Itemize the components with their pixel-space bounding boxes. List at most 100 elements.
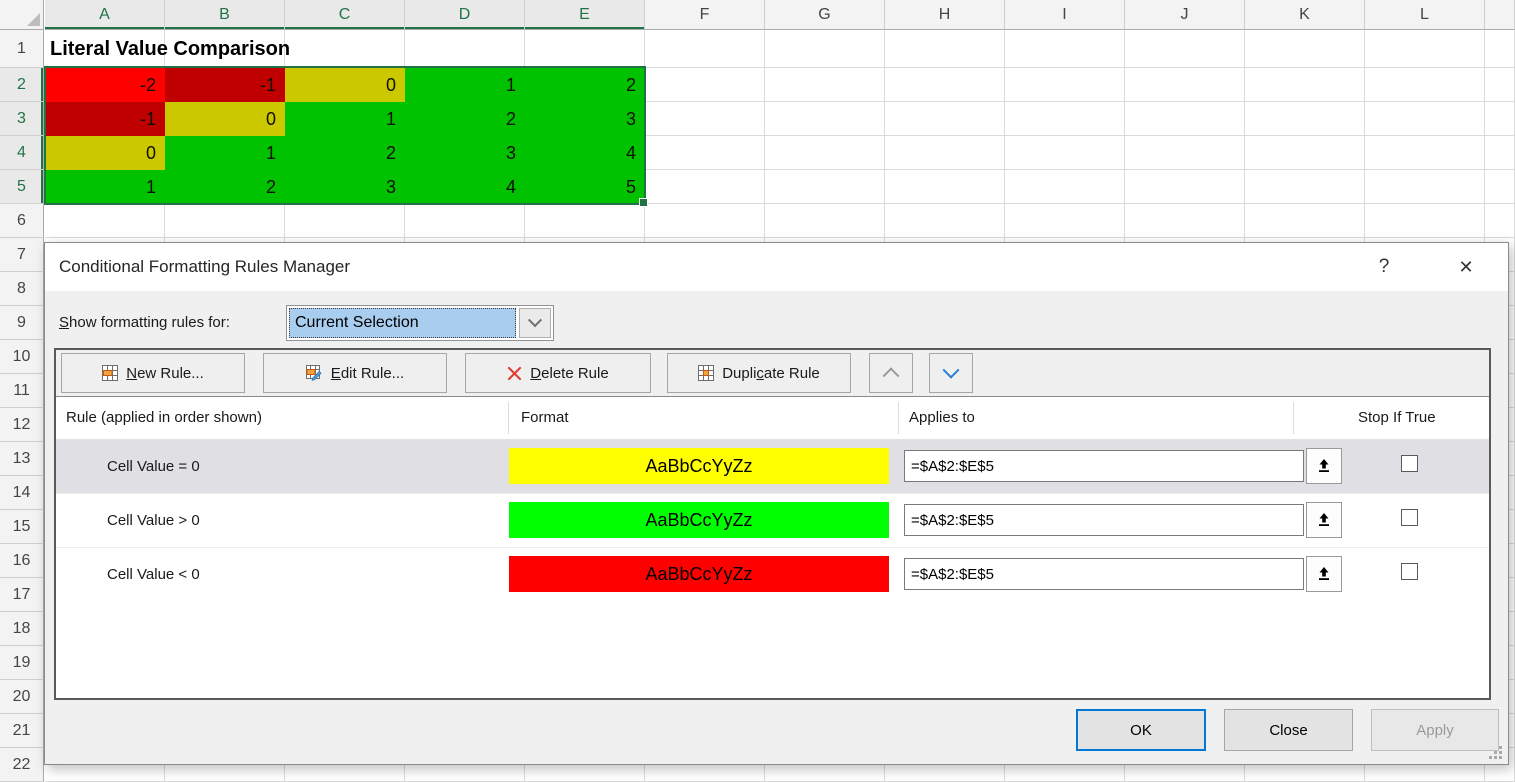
cell[interactable] xyxy=(45,204,165,238)
row-header-16[interactable]: 16 xyxy=(0,544,44,578)
cell[interactable] xyxy=(1125,170,1245,204)
column-header-I[interactable]: I xyxy=(1005,0,1125,30)
cell[interactable] xyxy=(1005,30,1125,68)
cell[interactable] xyxy=(645,68,765,102)
cell[interactable] xyxy=(1005,170,1125,204)
cell-D2[interactable]: 1 xyxy=(405,68,525,102)
resize-grip[interactable] xyxy=(1489,746,1502,759)
cell[interactable] xyxy=(285,30,405,68)
cell[interactable] xyxy=(1245,204,1365,238)
cell[interactable] xyxy=(1365,136,1485,170)
cell[interactable] xyxy=(1365,30,1485,68)
stop-if-true-checkbox[interactable] xyxy=(1401,509,1418,526)
cell[interactable] xyxy=(645,30,765,68)
row-header-12[interactable]: 12 xyxy=(0,408,44,442)
cell-C5[interactable]: 3 xyxy=(285,170,405,204)
stop-if-true-checkbox[interactable] xyxy=(1401,455,1418,472)
cell[interactable] xyxy=(285,204,405,238)
cell[interactable] xyxy=(765,204,885,238)
rule-row-greater-than-zero[interactable]: Cell Value > 0 AaBbCcYyZz xyxy=(56,493,1489,547)
row-header-7[interactable]: 7 xyxy=(0,238,44,272)
cell[interactable] xyxy=(645,170,765,204)
applies-to-input[interactable] xyxy=(904,558,1304,590)
row-header-2[interactable]: 2 xyxy=(0,68,44,102)
dropdown-arrow-button[interactable] xyxy=(519,308,551,338)
row-header-1[interactable]: 1 xyxy=(0,30,44,68)
column-header-J[interactable]: J xyxy=(1125,0,1245,30)
range-picker-button[interactable] xyxy=(1306,556,1342,592)
cell[interactable] xyxy=(645,102,765,136)
cell[interactable] xyxy=(405,204,525,238)
row-header-17[interactable]: 17 xyxy=(0,578,44,612)
cell[interactable] xyxy=(1245,102,1365,136)
cell[interactable] xyxy=(1005,204,1125,238)
row-header-5[interactable]: 5 xyxy=(0,170,44,204)
cell[interactable] xyxy=(1245,170,1365,204)
select-all-corner[interactable] xyxy=(0,0,44,30)
cell-D5[interactable]: 4 xyxy=(405,170,525,204)
row-header-18[interactable]: 18 xyxy=(0,612,44,646)
cell[interactable] xyxy=(765,102,885,136)
column-header-B[interactable]: B xyxy=(165,0,285,30)
cell[interactable] xyxy=(1005,102,1125,136)
cell-A3[interactable]: -1 xyxy=(45,102,165,136)
row-header-20[interactable]: 20 xyxy=(0,680,44,714)
cell-D3[interactable]: 2 xyxy=(405,102,525,136)
column-header-partial[interactable] xyxy=(1485,0,1515,30)
cell[interactable] xyxy=(405,30,525,68)
row-header-4[interactable]: 4 xyxy=(0,136,44,170)
cell-C3[interactable]: 1 xyxy=(285,102,405,136)
cell-E4[interactable]: 4 xyxy=(525,136,645,170)
cell[interactable] xyxy=(765,170,885,204)
column-header-A[interactable]: A xyxy=(45,0,165,30)
cell-A2[interactable]: -2 xyxy=(45,68,165,102)
rule-row-equal-zero[interactable]: Cell Value = 0 AaBbCcYyZz xyxy=(56,440,1489,493)
row-header-15[interactable]: 15 xyxy=(0,510,44,544)
move-rule-down-button[interactable] xyxy=(929,353,973,393)
column-header-E[interactable]: E xyxy=(525,0,645,30)
cell-a1-title[interactable]: Literal Value Comparison xyxy=(50,30,290,68)
row-header-22[interactable]: 22 xyxy=(0,748,44,782)
cell[interactable] xyxy=(1125,102,1245,136)
cell[interactable] xyxy=(1245,30,1365,68)
cell-C2[interactable]: 0 xyxy=(285,68,405,102)
cell[interactable] xyxy=(525,204,645,238)
cell[interactable] xyxy=(1365,68,1485,102)
cell[interactable] xyxy=(765,68,885,102)
cell[interactable] xyxy=(885,68,1005,102)
show-rules-dropdown[interactable]: Current Selection xyxy=(286,305,554,341)
column-header-K[interactable]: K xyxy=(1245,0,1365,30)
duplicate-rule-button[interactable]: Duplicate Rule xyxy=(667,353,851,393)
column-header-F[interactable]: F xyxy=(645,0,765,30)
column-header-L[interactable]: L xyxy=(1365,0,1485,30)
cell[interactable] xyxy=(1485,204,1515,238)
cell-A4[interactable]: 0 xyxy=(45,136,165,170)
close-button[interactable]: Close xyxy=(1224,709,1353,751)
cell[interactable] xyxy=(1365,102,1485,136)
cell[interactable] xyxy=(1485,30,1515,68)
cell[interactable] xyxy=(645,136,765,170)
range-picker-button[interactable] xyxy=(1306,502,1342,538)
row-header-6[interactable]: 6 xyxy=(0,204,44,238)
cell-B4[interactable]: 1 xyxy=(165,136,285,170)
cell[interactable] xyxy=(1125,30,1245,68)
cell[interactable] xyxy=(1485,68,1515,102)
cell[interactable] xyxy=(1005,68,1125,102)
close-icon[interactable]: ✕ xyxy=(1454,243,1478,291)
cell[interactable] xyxy=(1125,136,1245,170)
row-header-21[interactable]: 21 xyxy=(0,714,44,748)
help-icon[interactable]: ? xyxy=(1372,243,1396,291)
cell-D4[interactable]: 3 xyxy=(405,136,525,170)
edit-rule-button[interactable]: Edit Rule... xyxy=(263,353,447,393)
cell-B3[interactable]: 0 xyxy=(165,102,285,136)
row-header-8[interactable]: 8 xyxy=(0,272,44,306)
column-header-H[interactable]: H xyxy=(885,0,1005,30)
ok-button[interactable]: OK xyxy=(1076,709,1206,751)
rule-row-less-than-zero[interactable]: Cell Value < 0 AaBbCcYyZz xyxy=(56,547,1489,601)
cell-C4[interactable]: 2 xyxy=(285,136,405,170)
range-picker-button[interactable] xyxy=(1306,448,1342,484)
row-header-3[interactable]: 3 xyxy=(0,102,44,136)
row-header-11[interactable]: 11 xyxy=(0,374,44,408)
cell[interactable] xyxy=(765,30,885,68)
cell[interactable] xyxy=(885,30,1005,68)
